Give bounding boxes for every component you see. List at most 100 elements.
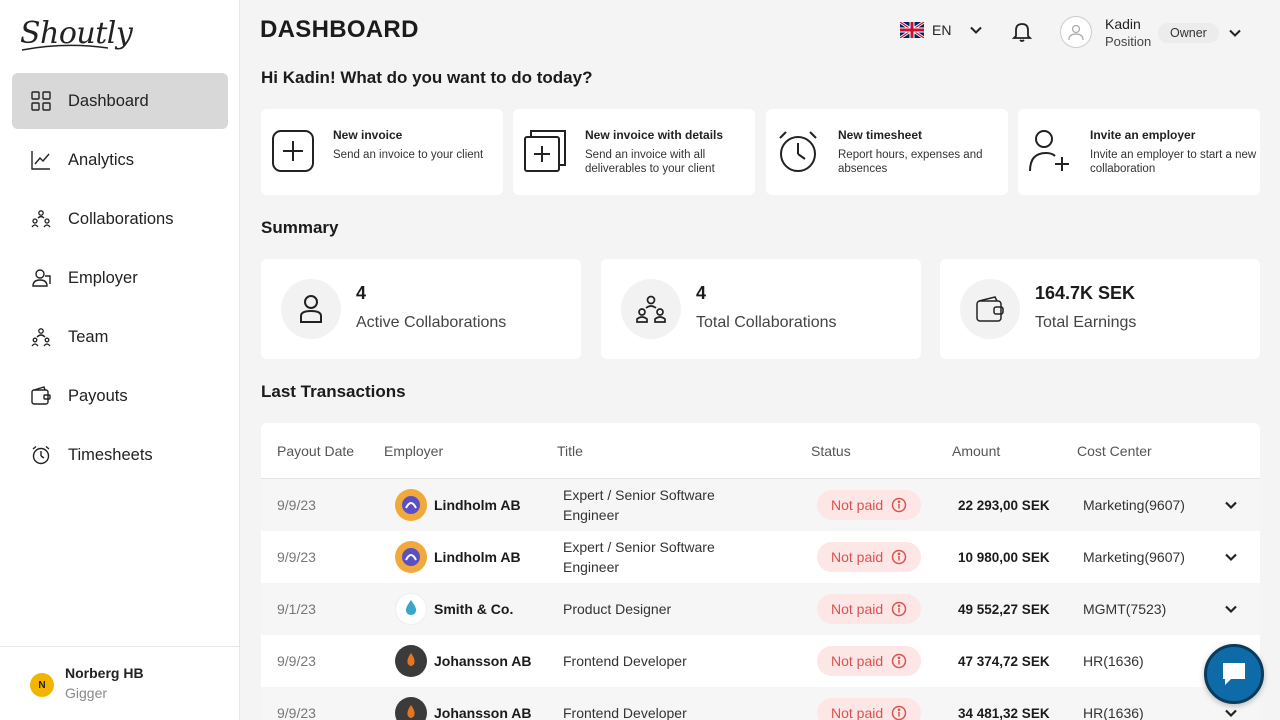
chevron-down-icon <box>1225 709 1237 718</box>
status-cell: Not paid <box>817 687 922 720</box>
summary-label: Total Collaborations <box>696 314 837 331</box>
new-timesheet-button[interactable]: New timesheet Report hours, expenses and… <box>766 109 1008 195</box>
summary-value: 4 <box>696 283 707 303</box>
info-icon[interactable] <box>891 653 907 669</box>
status-text: Not paid <box>831 549 884 565</box>
user-avatar-icon <box>1068 24 1084 41</box>
sidebar-item-payouts[interactable]: Payouts <box>12 368 228 424</box>
language-code: EN <box>932 22 952 38</box>
quick-action-title: New invoice <box>333 128 403 142</box>
amount: 47 374,72 SEK <box>958 653 1050 669</box>
language-selector[interactable]: EN <box>900 22 983 38</box>
uk-flag-icon <box>900 22 924 38</box>
invite-employer-button[interactable]: Invite an employer Invite an employer to… <box>1018 109 1260 195</box>
transactions-title: Last Transactions <box>261 382 406 401</box>
employer-cell: Johansson AB <box>395 635 532 687</box>
employer-cell: Johansson AB <box>395 687 532 720</box>
employer-logo <box>395 489 427 521</box>
transactions-table: Payout Date Employer Title Status Amount… <box>261 423 1260 720</box>
table-row[interactable]: 9/9/23 Lindholm AB Expert / Senior Softw… <box>261 531 1260 583</box>
chevron-down-icon[interactable] <box>1228 26 1242 40</box>
column-header-amount[interactable]: Amount <box>952 443 1000 459</box>
status-badge: Not paid <box>817 542 922 572</box>
summary-value: 4 <box>356 283 367 303</box>
info-icon[interactable] <box>891 549 907 565</box>
quick-action-desc: Report hours, expenses and absences <box>838 149 983 175</box>
job-title: Expert / Senior Software Engineer <box>563 539 715 575</box>
info-icon[interactable] <box>891 705 907 720</box>
company-name: Norberg HB <box>65 665 144 681</box>
employer-logo-icon <box>402 548 420 566</box>
sidebar-item-label: Employer <box>68 268 138 287</box>
role-badge: Owner <box>1158 23 1219 43</box>
table-row[interactable]: 9/9/23 Johansson AB Frontend Developer N… <box>261 687 1260 720</box>
employer-logo-icon <box>407 653 415 666</box>
status-cell: Not paid <box>817 635 922 687</box>
expand-row-button[interactable] <box>1223 479 1241 531</box>
expand-row-button[interactable] <box>1223 583 1241 635</box>
sidebar-item-analytics[interactable]: Analytics <box>12 132 228 188</box>
summary-title: Summary <box>261 218 339 237</box>
employer-name: Johansson AB <box>434 705 532 720</box>
cost-center: HR(1636) <box>1083 653 1144 669</box>
chart-line-icon <box>30 149 52 171</box>
status-cell: Not paid <box>817 479 922 531</box>
status-badge: Not paid <box>817 698 922 720</box>
person-icon <box>281 279 341 339</box>
column-header-title[interactable]: Title <box>557 443 583 459</box>
sidebar-item-label: Collaborations <box>68 209 174 228</box>
payout-date: 9/9/23 <box>277 705 316 720</box>
summary-value: 164.7K SEK <box>1035 283 1136 303</box>
column-header-status[interactable]: Status <box>811 443 851 459</box>
amount: 10 980,00 SEK <box>958 549 1050 565</box>
info-icon[interactable] <box>891 497 907 513</box>
status-badge: Not paid <box>817 490 922 520</box>
user-avatar[interactable] <box>1060 16 1092 48</box>
status-cell: Not paid <box>817 531 922 583</box>
cost-center: Marketing(9607) <box>1083 549 1185 565</box>
amount: 22 293,00 SEK <box>958 497 1050 513</box>
employer-logo <box>395 645 427 677</box>
water-drop-icon <box>405 600 417 615</box>
wallet-icon <box>960 279 1020 339</box>
status-text: Not paid <box>831 705 884 720</box>
quick-action-desc: Invite an employer to start a new collab… <box>1090 149 1257 175</box>
sidebar-item-employer[interactable]: Employer <box>12 250 228 306</box>
job-title: Frontend Developer <box>563 705 687 720</box>
expand-row-button[interactable] <box>1223 531 1241 583</box>
column-header-employer[interactable]: Employer <box>384 443 443 459</box>
table-row[interactable]: 9/9/23 Lindholm AB Expert / Senior Softw… <box>261 479 1260 531</box>
summary-card-earnings: 164.7K SEK Total Earnings <box>940 259 1260 359</box>
main-content: DASHBOARD EN Kadin Position Owner Hi Kad… <box>240 0 1280 720</box>
status-text: Not paid <box>831 497 884 513</box>
chat-support-button[interactable] <box>1204 644 1264 704</box>
account-switcher[interactable]: N Norberg HB Gigger <box>0 646 240 720</box>
sidebar-item-team[interactable]: Team <box>12 309 228 365</box>
team-icon <box>30 326 52 348</box>
chevron-down-icon <box>1225 553 1237 562</box>
employer-cell: Smith & Co. <box>395 583 513 635</box>
job-title: Expert / Senior Software Engineer <box>563 487 715 523</box>
sidebar-item-collaborations[interactable]: Collaborations <box>12 191 228 247</box>
plus-square-icon <box>272 130 314 172</box>
logo-swoosh-icon <box>21 44 109 51</box>
info-icon[interactable] <box>891 601 907 617</box>
column-header-cost-center[interactable]: Cost Center <box>1077 443 1152 459</box>
column-header-payout-date[interactable]: Payout Date <box>277 443 354 459</box>
employer-cell: Lindholm AB <box>395 479 521 531</box>
new-invoice-details-button[interactable]: New invoice with details Send an invoice… <box>513 109 755 195</box>
sidebar: Shoutly Dashboard Analytics Collaboratio… <box>0 0 240 720</box>
sidebar-item-dashboard[interactable]: Dashboard <box>12 73 228 129</box>
new-invoice-button[interactable]: New invoice Send an invoice to your clie… <box>261 109 503 195</box>
table-row[interactable]: 9/1/23 Smith & Co. Product Designer Not … <box>261 583 1260 635</box>
employer-cell: Lindholm AB <box>395 531 521 583</box>
stopwatch-icon <box>779 131 817 172</box>
quick-action-desc: Send an invoice to your client <box>333 149 484 161</box>
notification-bell-icon[interactable] <box>1010 20 1034 44</box>
sidebar-item-timesheets[interactable]: Timesheets <box>12 427 228 483</box>
company-logo: N <box>30 673 54 697</box>
payout-date: 9/1/23 <box>277 601 316 617</box>
table-row[interactable]: 9/9/23 Johansson AB Frontend Developer N… <box>261 635 1260 687</box>
sidebar-nav: Dashboard Analytics Collaborations Emplo… <box>12 73 228 486</box>
user-position: Position <box>1105 34 1152 49</box>
